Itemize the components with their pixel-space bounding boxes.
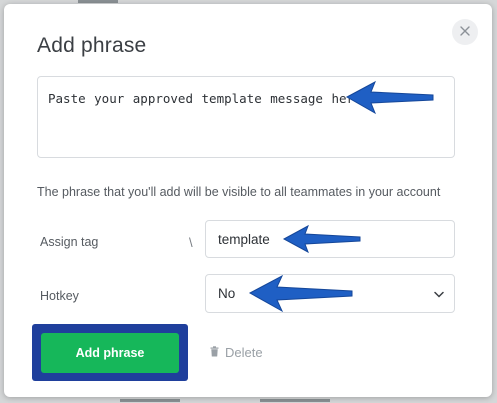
annotation-arrow-icon <box>248 274 353 313</box>
add-phrase-dialog: Add phrase Paste your approved template … <box>4 4 492 397</box>
trash-icon <box>210 345 219 360</box>
close-icon <box>460 23 470 41</box>
annotation-arrow-icon <box>345 80 434 115</box>
background-text-fragment <box>120 399 180 402</box>
background-text-fragment <box>78 0 118 3</box>
helper-text: The phrase that you'll add will be visib… <box>37 185 441 199</box>
delete-label: Delete <box>225 345 263 360</box>
chevron-down-icon <box>434 286 444 301</box>
tag-separator: \ <box>189 235 193 250</box>
assign-tag-label: Assign tag <box>40 235 99 249</box>
hotkey-value: No <box>218 286 236 301</box>
assign-tag-value: template <box>218 231 270 247</box>
delete-button[interactable]: Delete <box>210 345 263 360</box>
dialog-title: Add phrase <box>37 34 147 57</box>
annotation-arrow-icon <box>282 224 361 254</box>
hotkey-label: Hotkey <box>40 289 79 303</box>
close-button[interactable] <box>452 19 478 45</box>
background-text-fragment <box>260 399 330 402</box>
add-phrase-button[interactable]: Add phrase <box>41 333 179 373</box>
